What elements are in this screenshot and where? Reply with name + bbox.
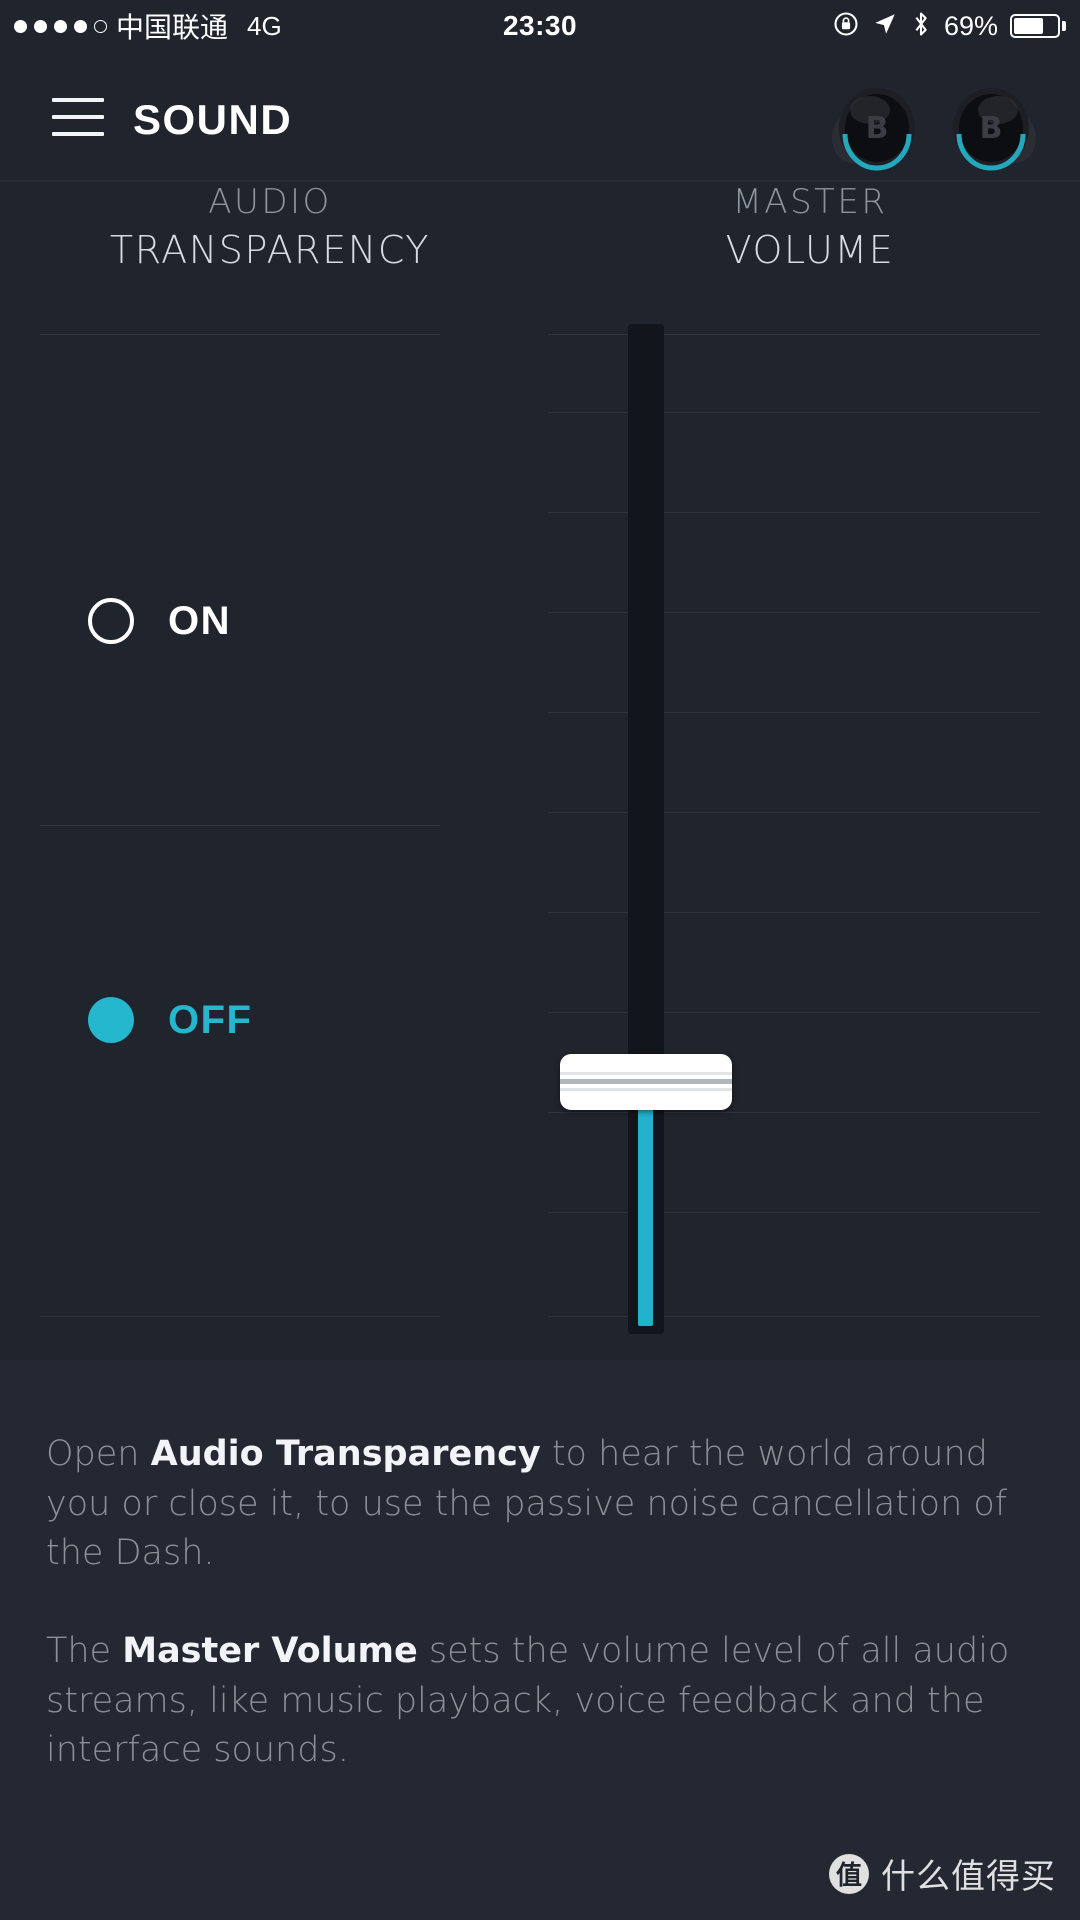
svg-text:B: B — [980, 111, 1003, 146]
transparency-title-line1: AUDIO — [208, 182, 332, 222]
settings-grid: ON OFF — [0, 328, 1080, 1328]
transparency-option-on-label: ON — [168, 598, 231, 643]
desc1-before: Open — [46, 1434, 151, 1474]
description-paragraph-1: Open Audio Transparency to hear the worl… — [46, 1430, 1034, 1579]
watermark-logo-icon: 值 — [829, 1853, 869, 1894]
hamburger-menu-icon[interactable] — [52, 98, 104, 136]
radio-selected-icon[interactable] — [88, 997, 134, 1043]
status-bar-right: 69% — [832, 10, 1066, 43]
transparency-option-off[interactable]: OFF — [88, 997, 252, 1043]
slider-fill — [638, 1073, 653, 1326]
thumb-stripe — [560, 1079, 732, 1084]
grid-line — [548, 612, 1040, 613]
grid-line — [548, 812, 1040, 813]
grid-line — [548, 1316, 1040, 1317]
volume-title-line2: VOLUME — [725, 228, 895, 272]
master-volume-slider[interactable] — [560, 324, 732, 1334]
rotation-lock-icon — [832, 10, 860, 43]
description-paragraph-2: The Master Volume sets the volume level … — [46, 1627, 1034, 1776]
location-arrow-icon — [872, 11, 898, 42]
grid-line — [548, 912, 1040, 913]
main-content: AUDIO TRANSPARENCY MASTER VOLUME ON OFF — [0, 182, 1080, 1360]
desc2-before: The — [46, 1631, 123, 1672]
volume-column-header: MASTER VOLUME — [540, 182, 1080, 272]
grid-line — [548, 1112, 1040, 1113]
grid-line — [548, 334, 1040, 335]
grid-line — [548, 712, 1040, 713]
app-screen: 中国联通 4G 23:30 69% SOUND B B AUDIO TRANSP… — [0, 0, 1080, 1920]
grid-line — [40, 825, 440, 826]
earbud-right-icon[interactable]: B — [944, 76, 1044, 176]
thumb-stripe — [560, 1088, 732, 1091]
grid-line — [548, 512, 1040, 513]
slider-thumb[interactable] — [560, 1053, 732, 1110]
page-title: SOUND — [133, 96, 293, 143]
grid-line — [40, 1316, 440, 1317]
battery-percentage: 69% — [943, 10, 998, 41]
grid-line — [548, 412, 1040, 413]
grid-line — [548, 1212, 1040, 1213]
grid-line — [548, 1012, 1040, 1013]
transparency-column-header: AUDIO TRANSPARENCY — [0, 182, 540, 272]
device-status-icons[interactable]: B B — [822, 76, 1052, 180]
watermark-text: 什么值得买 — [881, 1857, 1056, 1897]
radio-unselected-icon[interactable] — [88, 598, 134, 644]
watermark: 值 什么值得买 — [829, 1849, 1056, 1898]
transparency-option-on[interactable]: ON — [88, 598, 231, 644]
battery-icon — [1010, 14, 1066, 38]
thumb-stripe — [560, 1072, 732, 1075]
desc1-bold: Audio Transparency — [150, 1434, 541, 1474]
grid-line — [40, 334, 440, 335]
app-header: SOUND B B — [0, 52, 1080, 180]
transparency-title-line2: TRANSPARENCY — [109, 228, 431, 272]
status-bar: 中国联通 4G 23:30 69% — [0, 0, 1080, 52]
earbud-left-icon[interactable]: B — [822, 76, 922, 176]
volume-title-line1: MASTER — [732, 182, 888, 222]
svg-text:B: B — [866, 111, 889, 146]
bluetooth-icon — [910, 10, 932, 43]
description-panel: Open Audio Transparency to hear the worl… — [0, 1360, 1080, 1920]
transparency-option-off-label: OFF — [168, 997, 253, 1042]
desc2-bold: Master Volume — [122, 1631, 418, 1672]
